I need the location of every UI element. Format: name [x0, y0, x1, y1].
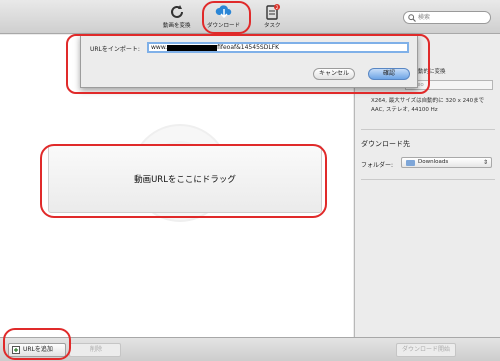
convert-tab-label: 動画を変換 [163, 23, 191, 29]
search-placeholder: 検索 [418, 14, 431, 21]
ok-button[interactable]: 確認 [368, 68, 410, 80]
drop-zone-label: 動画URLをここにドラッグ [134, 175, 236, 185]
search-icon [408, 14, 416, 22]
add-url-label: URLを追加 [23, 346, 53, 353]
url-input[interactable]: www. fifeoaf&14545SDLFK [147, 42, 409, 53]
convert-desc-audio: AAC, ステレオ, 44100 Hz [371, 107, 438, 113]
url-suffix: fifeoaf&14545SDLFK [217, 44, 280, 51]
convert-tab[interactable]: 動画を変換 [163, 4, 191, 29]
start-download-button[interactable]: ダウンロード開始 [396, 343, 456, 357]
tasks-badge: 2 [276, 5, 279, 11]
divider [361, 129, 495, 130]
bottom-bar: URLを追加 削除 ダウンロード開始 [0, 337, 500, 361]
convert-format-select[interactable]: ideo [405, 80, 493, 90]
tasks-tab[interactable]: 2 タスク [264, 4, 281, 29]
search-input[interactable]: 検索 [403, 11, 491, 24]
tasks-tab-label: タスク [264, 23, 281, 29]
ok-label: 確認 [382, 70, 395, 77]
start-download-label: ダウンロード開始 [401, 346, 450, 353]
delete-button[interactable]: 削除 [69, 343, 121, 357]
add-url-icon [12, 346, 20, 354]
download-tab-label: ダウンロード [207, 23, 241, 29]
chevron-updown-icon: ⇕ [482, 159, 488, 166]
clipboard-icon: 2 [266, 4, 281, 20]
download-tab[interactable]: ダウンロード [207, 4, 240, 29]
redacted-block [167, 44, 218, 51]
cloud-download-icon [215, 5, 231, 19]
divider [361, 179, 495, 180]
convert-description: X264, 最大サイズは自動的に 320 x 240まで AAC, ステレオ, … [371, 97, 496, 115]
folder-select[interactable]: Downloads ⇕ [401, 157, 492, 168]
cancel-button[interactable]: キャンセル [313, 68, 355, 80]
download-destination-title: ダウンロード先 [361, 140, 410, 148]
convert-desc-video: X264, 最大サイズは自動的に 320 x 240まで [371, 98, 485, 104]
folder-value: Downloads [418, 159, 449, 165]
folder-label: フォルダー: [361, 162, 394, 169]
url-drop-zone[interactable]: 動画URLをここにドラッグ [48, 145, 322, 213]
refresh-icon [170, 5, 183, 18]
add-url-button[interactable]: URLを追加 [8, 343, 66, 357]
toolbar: 動画を変換 ダウンロード 2 タスク 検索 [0, 0, 500, 34]
import-url-dialog: URLをインポート: www. fifeoaf&14545SDLFK キャンセル … [80, 34, 418, 88]
cancel-label: キャンセル [318, 70, 349, 77]
folder-icon [406, 160, 415, 166]
delete-label: 削除 [90, 346, 103, 353]
import-url-label: URLをインポート: [90, 46, 140, 53]
url-prefix: www. [151, 44, 168, 51]
